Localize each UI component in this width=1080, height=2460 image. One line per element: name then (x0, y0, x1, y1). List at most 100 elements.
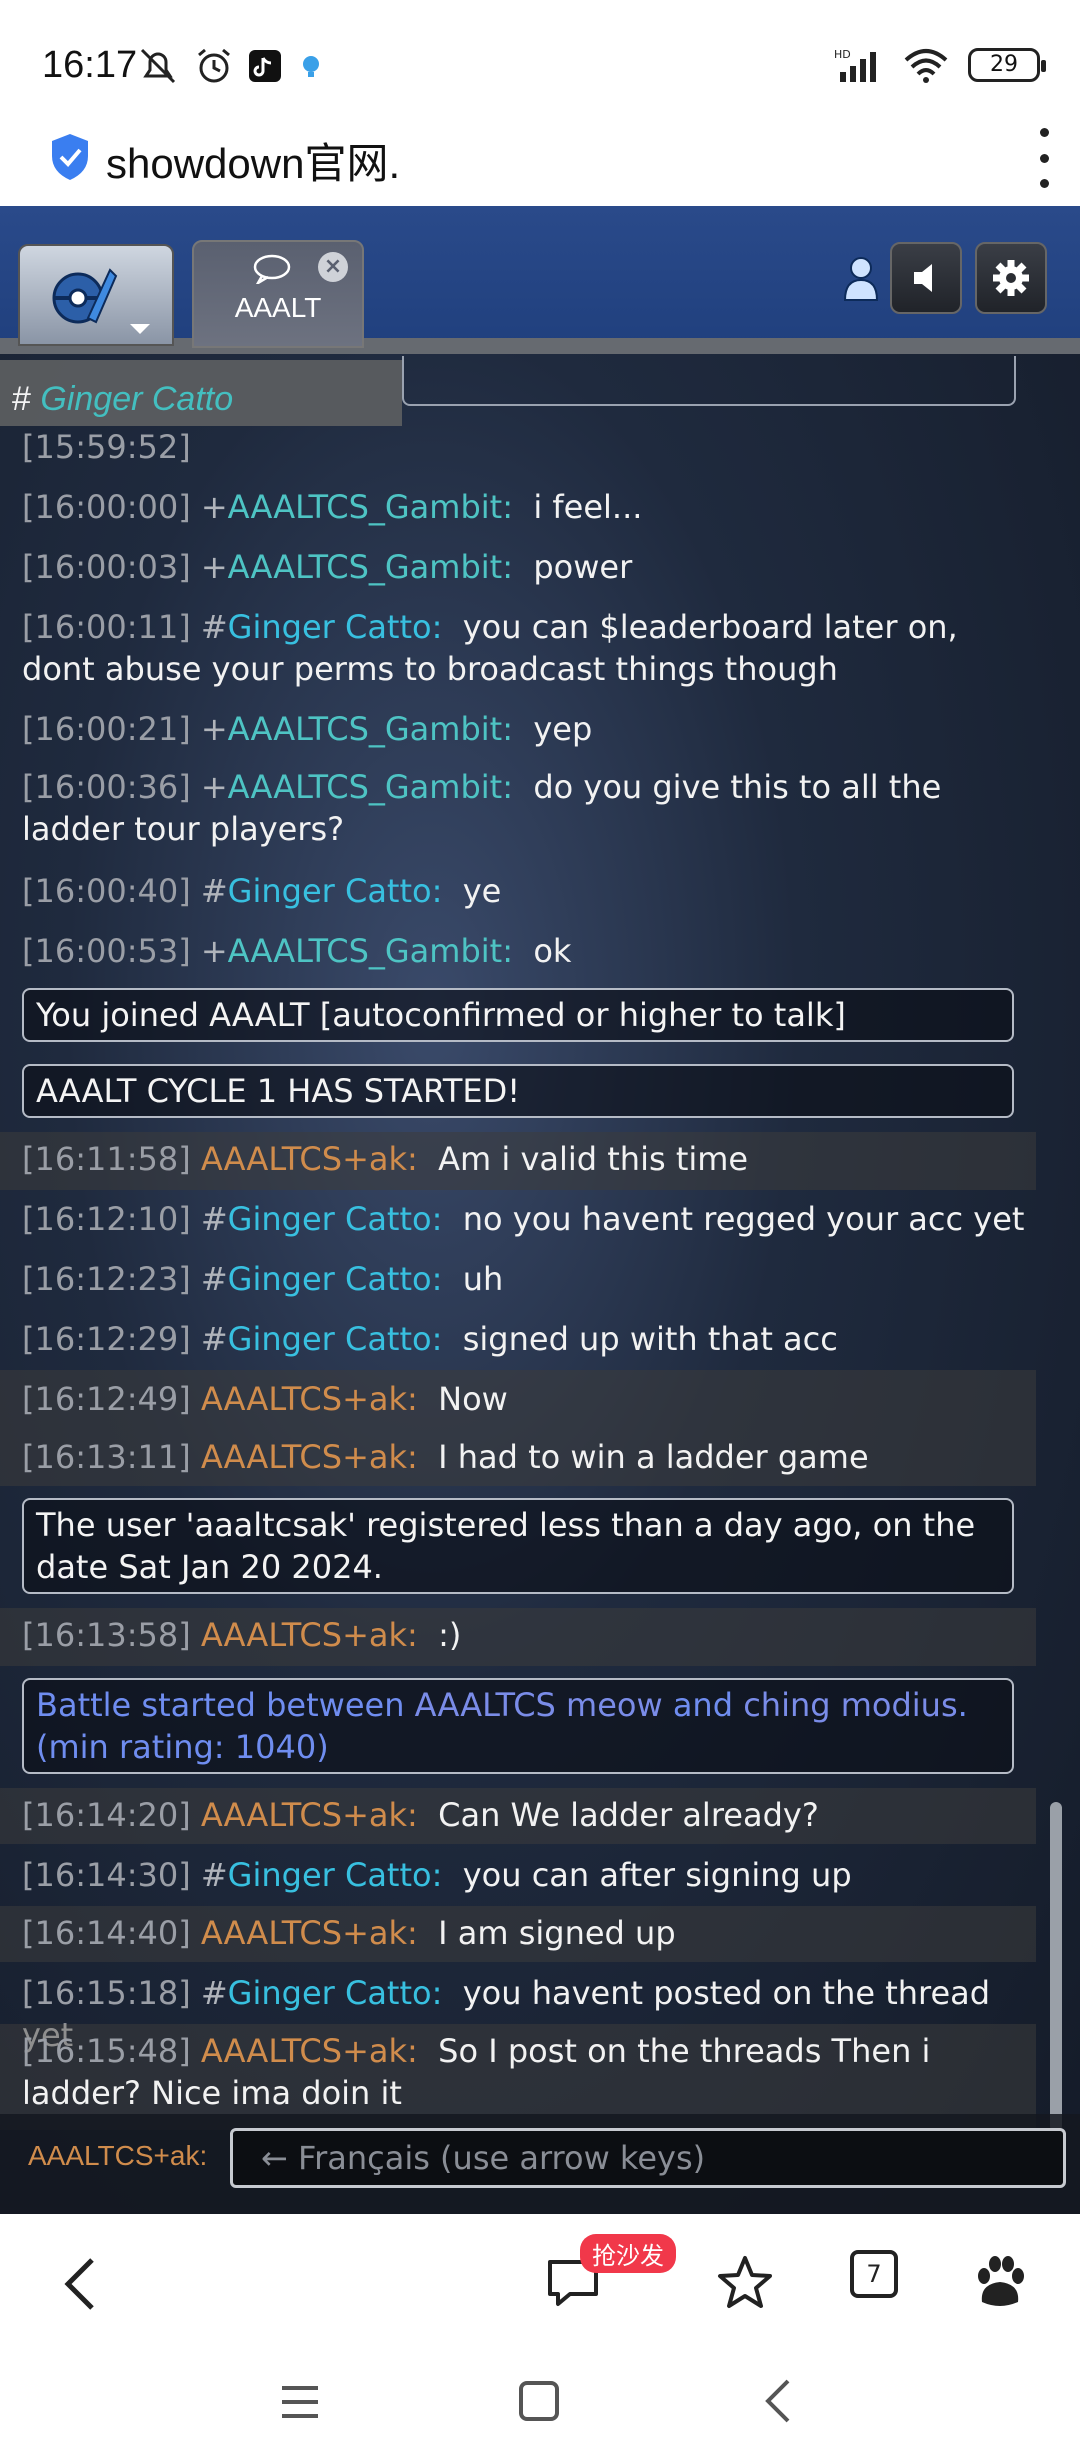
user-icon[interactable] (842, 254, 880, 302)
timestamp: [16:12:10] (22, 1200, 191, 1238)
battle-player-1[interactable]: AAALTCS meow (415, 1686, 663, 1724)
username[interactable]: AAALTCS_Gambit: (228, 488, 513, 526)
baidu-paw-icon[interactable] (970, 2254, 1030, 2314)
chat-line: [16:00:40] #Ginger Catto: ye (22, 870, 1028, 912)
notice-joined: You joined AAALT [autoconfirmed or highe… (22, 988, 1014, 1042)
gear-icon (993, 260, 1029, 296)
username[interactable]: Ginger Catto: (228, 872, 443, 910)
shield-icon (52, 134, 88, 180)
chat-line: [16:13:11] AAALTCS+ak: I had to win a la… (22, 1436, 1028, 1478)
sound-button[interactable] (890, 242, 962, 314)
back-icon[interactable] (58, 2254, 102, 2314)
username[interactable]: Ginger Catto: (228, 1260, 443, 1298)
alarm-icon (198, 48, 230, 83)
chat-line: [16:12:23] #Ginger Catto: uh (22, 1258, 1028, 1300)
chat-line: [16:13:58] AAALTCS+ak: :) (22, 1614, 1028, 1656)
message-text: Am i valid this time (438, 1140, 749, 1178)
chat-input-row: AAALTCS+ak: ← Français (use arrow keys) (0, 2114, 1080, 2214)
tab-aaalt[interactable]: × AAALT (192, 240, 364, 348)
timestamp: [16:14:30] (22, 1856, 191, 1894)
message-text: I am signed up (438, 1914, 676, 1952)
user-rank: # (200, 1320, 228, 1358)
username[interactable]: Ginger Catto: (228, 608, 443, 646)
timestamp: [16:14:20] (22, 1796, 191, 1834)
message-text: uh (462, 1260, 504, 1298)
star-icon[interactable] (716, 2254, 774, 2312)
browser-bottom-nav (0, 2214, 1080, 2344)
username[interactable]: AAALTCS+ak: (201, 2032, 418, 2070)
username[interactable]: AAALTCS+ak: (201, 1140, 418, 1178)
battle-player-2[interactable]: ching modius (743, 1686, 957, 1724)
chat-scrollbar[interactable] (1050, 1802, 1062, 2132)
tabs-count-button[interactable]: 7 (850, 2250, 898, 2298)
timestamp: [16:00:53] (22, 932, 191, 970)
message-text: Can We ladder already? (438, 1796, 819, 1834)
notice-started: AAALT CYCLE 1 HAS STARTED! (22, 1064, 1014, 1118)
tiktok-icon (249, 50, 281, 82)
timestamp: [16:11:58] (22, 1140, 191, 1178)
username[interactable]: AAALTCS+ak: (201, 1796, 418, 1834)
signal-icon: HD (834, 48, 876, 82)
username[interactable]: AAALTCS_Gambit: (228, 932, 513, 970)
main-menu-tab[interactable] (18, 244, 174, 346)
room-title-name: Ginger Catto (40, 380, 234, 418)
chat-line: [16:00:53] +AAALTCS_Gambit: ok (22, 930, 1028, 972)
message-text: no you havent regged your acc yet (462, 1200, 1025, 1238)
user-rank: # (200, 1200, 228, 1238)
username[interactable]: Ginger Catto: (228, 1974, 443, 2012)
recents-icon[interactable] (278, 2380, 322, 2424)
username[interactable]: AAALTCS+ak: (201, 1914, 418, 1952)
close-icon[interactable]: × (318, 252, 348, 282)
battle-text: . (957, 1686, 968, 1724)
more-menu-icon[interactable] (1034, 128, 1054, 188)
home-icon[interactable] (516, 2378, 562, 2424)
user-rank: # (200, 608, 228, 646)
username[interactable]: AAALTCS+ak: (201, 1616, 418, 1654)
status-time: 16:17 (42, 44, 138, 86)
user-rank: + (200, 710, 228, 748)
timestamp: [16:12:23] (22, 1260, 191, 1298)
username[interactable]: AAALTCS_Gambit: (228, 710, 513, 748)
chat-line: [16:00:21] +AAALTCS_Gambit: yep (22, 708, 1028, 750)
notice-registered: The user 'aaaltcsak' registered less tha… (22, 1498, 1014, 1594)
message-text: you can after signing up (462, 1856, 852, 1894)
chat-input[interactable]: ← Français (use arrow keys) (230, 2128, 1066, 2188)
notice-battle-started[interactable]: Battle started between AAALTCS meow and … (22, 1678, 1014, 1774)
speaker-icon (914, 264, 932, 292)
user-rank: # (200, 1974, 228, 2012)
chevron-down-icon (130, 324, 150, 334)
app-notification-icon (303, 56, 319, 77)
chat-line: [16:14:30] #Ginger Catto: you can after … (22, 1854, 1028, 1896)
timestamp: [16:12:49] (22, 1380, 191, 1418)
username[interactable]: AAALTCS_Gambit: (228, 548, 513, 586)
username[interactable]: Ginger Catto: (228, 1200, 443, 1238)
user-rank: + (200, 768, 228, 806)
room-title: # Ginger Catto (12, 380, 233, 419)
showdown-app: × AAALT # Ginger Catto [15:59:52] [16:00… (0, 206, 1080, 2214)
system-nav-bar (0, 2344, 1080, 2460)
username[interactable]: AAALTCS_Gambit: (228, 768, 513, 806)
user-rank: # (200, 1260, 228, 1298)
timestamp: [15:59:52] (22, 428, 191, 466)
user-rank: # (200, 1856, 228, 1894)
chat-log[interactable]: [15:59:52] [16:00:00] +AAALTCS_Gambit: i… (0, 426, 1036, 2214)
url-text[interactable]: showdown官网. (106, 130, 400, 191)
settings-button[interactable] (975, 242, 1047, 314)
username[interactable]: AAALTCS+ak: (201, 1380, 418, 1418)
message-text: i feel... (533, 488, 643, 526)
battery-indicator: 29 (968, 48, 1046, 82)
status-right: HD 29 (834, 46, 1046, 84)
username[interactable]: Ginger Catto: (228, 1856, 443, 1894)
timestamp: [16:00:00] (22, 488, 191, 526)
username[interactable]: AAALTCS+ak: (201, 1438, 418, 1476)
svg-text:HD: HD (834, 48, 851, 61)
user-rank: + (200, 488, 228, 526)
username[interactable]: Ginger Catto: (228, 1320, 443, 1358)
chat-line: [16:14:40] AAALTCS+ak: I am signed up (22, 1912, 1028, 1954)
system-back-icon[interactable] (758, 2376, 798, 2426)
wifi-icon (904, 49, 948, 83)
timestamp: [16:00:36] (22, 768, 191, 806)
chat-line: [16:12:29] #Ginger Catto: signed up with… (22, 1318, 1028, 1360)
timestamp: [16:13:58] (22, 1616, 191, 1654)
browser-url-bar[interactable]: showdown官网. (0, 120, 1080, 206)
